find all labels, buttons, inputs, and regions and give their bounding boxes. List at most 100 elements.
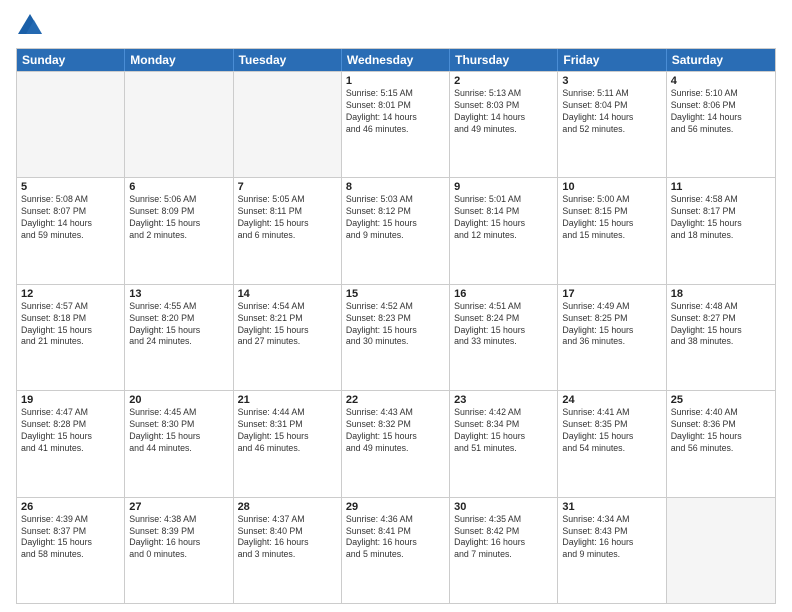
calendar-cell-15: 15Sunrise: 4:52 AM Sunset: 8:23 PM Dayli… <box>342 285 450 390</box>
calendar-cell-12: 12Sunrise: 4:57 AM Sunset: 8:18 PM Dayli… <box>17 285 125 390</box>
cell-info-text: Sunrise: 4:37 AM Sunset: 8:40 PM Dayligh… <box>238 514 337 562</box>
cell-info-text: Sunrise: 4:36 AM Sunset: 8:41 PM Dayligh… <box>346 514 445 562</box>
day-number: 28 <box>238 501 337 513</box>
calendar-row-2: 12Sunrise: 4:57 AM Sunset: 8:18 PM Dayli… <box>17 284 775 390</box>
calendar-cell-5: 5Sunrise: 5:08 AM Sunset: 8:07 PM Daylig… <box>17 178 125 283</box>
day-number: 29 <box>346 501 445 513</box>
day-number: 6 <box>129 181 228 193</box>
calendar-header-row: SundayMondayTuesdayWednesdayThursdayFrid… <box>17 49 775 71</box>
day-number: 3 <box>562 75 661 87</box>
calendar: SundayMondayTuesdayWednesdayThursdayFrid… <box>16 48 776 604</box>
cell-info-text: Sunrise: 4:45 AM Sunset: 8:30 PM Dayligh… <box>129 407 228 455</box>
cell-info-text: Sunrise: 5:01 AM Sunset: 8:14 PM Dayligh… <box>454 194 553 242</box>
calendar-cell-8: 8Sunrise: 5:03 AM Sunset: 8:12 PM Daylig… <box>342 178 450 283</box>
day-number: 1 <box>346 75 445 87</box>
calendar-cell-10: 10Sunrise: 5:00 AM Sunset: 8:15 PM Dayli… <box>558 178 666 283</box>
day-number: 4 <box>671 75 771 87</box>
calendar-cell-16: 16Sunrise: 4:51 AM Sunset: 8:24 PM Dayli… <box>450 285 558 390</box>
calendar-cell-29: 29Sunrise: 4:36 AM Sunset: 8:41 PM Dayli… <box>342 498 450 603</box>
calendar-body: 1Sunrise: 5:15 AM Sunset: 8:01 PM Daylig… <box>17 71 775 603</box>
day-number: 5 <box>21 181 120 193</box>
calendar-row-3: 19Sunrise: 4:47 AM Sunset: 8:28 PM Dayli… <box>17 390 775 496</box>
day-number: 2 <box>454 75 553 87</box>
logo-icon <box>16 12 44 40</box>
calendar-cell-24: 24Sunrise: 4:41 AM Sunset: 8:35 PM Dayli… <box>558 391 666 496</box>
calendar-cell-21: 21Sunrise: 4:44 AM Sunset: 8:31 PM Dayli… <box>234 391 342 496</box>
cell-info-text: Sunrise: 4:39 AM Sunset: 8:37 PM Dayligh… <box>21 514 120 562</box>
calendar-cell-empty-0-2 <box>234 72 342 177</box>
calendar-row-1: 5Sunrise: 5:08 AM Sunset: 8:07 PM Daylig… <box>17 177 775 283</box>
cell-info-text: Sunrise: 5:00 AM Sunset: 8:15 PM Dayligh… <box>562 194 661 242</box>
cell-info-text: Sunrise: 4:48 AM Sunset: 8:27 PM Dayligh… <box>671 301 771 349</box>
calendar-cell-25: 25Sunrise: 4:40 AM Sunset: 8:36 PM Dayli… <box>667 391 775 496</box>
cell-info-text: Sunrise: 5:15 AM Sunset: 8:01 PM Dayligh… <box>346 88 445 136</box>
calendar-cell-empty-4-6 <box>667 498 775 603</box>
page: SundayMondayTuesdayWednesdayThursdayFrid… <box>0 0 792 612</box>
calendar-cell-9: 9Sunrise: 5:01 AM Sunset: 8:14 PM Daylig… <box>450 178 558 283</box>
calendar-cell-31: 31Sunrise: 4:34 AM Sunset: 8:43 PM Dayli… <box>558 498 666 603</box>
weekday-header-wednesday: Wednesday <box>342 49 450 71</box>
calendar-cell-14: 14Sunrise: 4:54 AM Sunset: 8:21 PM Dayli… <box>234 285 342 390</box>
calendar-cell-30: 30Sunrise: 4:35 AM Sunset: 8:42 PM Dayli… <box>450 498 558 603</box>
cell-info-text: Sunrise: 4:58 AM Sunset: 8:17 PM Dayligh… <box>671 194 771 242</box>
header <box>16 12 776 40</box>
cell-info-text: Sunrise: 4:44 AM Sunset: 8:31 PM Dayligh… <box>238 407 337 455</box>
cell-info-text: Sunrise: 4:57 AM Sunset: 8:18 PM Dayligh… <box>21 301 120 349</box>
day-number: 22 <box>346 394 445 406</box>
cell-info-text: Sunrise: 4:49 AM Sunset: 8:25 PM Dayligh… <box>562 301 661 349</box>
day-number: 8 <box>346 181 445 193</box>
calendar-cell-6: 6Sunrise: 5:06 AM Sunset: 8:09 PM Daylig… <box>125 178 233 283</box>
cell-info-text: Sunrise: 4:34 AM Sunset: 8:43 PM Dayligh… <box>562 514 661 562</box>
cell-info-text: Sunrise: 4:52 AM Sunset: 8:23 PM Dayligh… <box>346 301 445 349</box>
day-number: 26 <box>21 501 120 513</box>
day-number: 30 <box>454 501 553 513</box>
calendar-cell-18: 18Sunrise: 4:48 AM Sunset: 8:27 PM Dayli… <box>667 285 775 390</box>
calendar-cell-4: 4Sunrise: 5:10 AM Sunset: 8:06 PM Daylig… <box>667 72 775 177</box>
day-number: 14 <box>238 288 337 300</box>
cell-info-text: Sunrise: 4:35 AM Sunset: 8:42 PM Dayligh… <box>454 514 553 562</box>
cell-info-text: Sunrise: 4:47 AM Sunset: 8:28 PM Dayligh… <box>21 407 120 455</box>
weekday-header-monday: Monday <box>125 49 233 71</box>
day-number: 12 <box>21 288 120 300</box>
cell-info-text: Sunrise: 5:03 AM Sunset: 8:12 PM Dayligh… <box>346 194 445 242</box>
weekday-header-tuesday: Tuesday <box>234 49 342 71</box>
weekday-header-saturday: Saturday <box>667 49 775 71</box>
day-number: 17 <box>562 288 661 300</box>
weekday-header-sunday: Sunday <box>17 49 125 71</box>
cell-info-text: Sunrise: 4:43 AM Sunset: 8:32 PM Dayligh… <box>346 407 445 455</box>
calendar-cell-22: 22Sunrise: 4:43 AM Sunset: 8:32 PM Dayli… <box>342 391 450 496</box>
day-number: 31 <box>562 501 661 513</box>
day-number: 9 <box>454 181 553 193</box>
calendar-cell-27: 27Sunrise: 4:38 AM Sunset: 8:39 PM Dayli… <box>125 498 233 603</box>
day-number: 21 <box>238 394 337 406</box>
cell-info-text: Sunrise: 5:06 AM Sunset: 8:09 PM Dayligh… <box>129 194 228 242</box>
calendar-cell-11: 11Sunrise: 4:58 AM Sunset: 8:17 PM Dayli… <box>667 178 775 283</box>
cell-info-text: Sunrise: 4:54 AM Sunset: 8:21 PM Dayligh… <box>238 301 337 349</box>
calendar-cell-28: 28Sunrise: 4:37 AM Sunset: 8:40 PM Dayli… <box>234 498 342 603</box>
calendar-cell-23: 23Sunrise: 4:42 AM Sunset: 8:34 PM Dayli… <box>450 391 558 496</box>
logo <box>16 12 48 40</box>
day-number: 16 <box>454 288 553 300</box>
weekday-header-thursday: Thursday <box>450 49 558 71</box>
cell-info-text: Sunrise: 4:51 AM Sunset: 8:24 PM Dayligh… <box>454 301 553 349</box>
day-number: 25 <box>671 394 771 406</box>
day-number: 11 <box>671 181 771 193</box>
cell-info-text: Sunrise: 4:41 AM Sunset: 8:35 PM Dayligh… <box>562 407 661 455</box>
cell-info-text: Sunrise: 4:38 AM Sunset: 8:39 PM Dayligh… <box>129 514 228 562</box>
cell-info-text: Sunrise: 5:05 AM Sunset: 8:11 PM Dayligh… <box>238 194 337 242</box>
calendar-cell-1: 1Sunrise: 5:15 AM Sunset: 8:01 PM Daylig… <box>342 72 450 177</box>
day-number: 7 <box>238 181 337 193</box>
calendar-cell-20: 20Sunrise: 4:45 AM Sunset: 8:30 PM Dayli… <box>125 391 233 496</box>
calendar-cell-2: 2Sunrise: 5:13 AM Sunset: 8:03 PM Daylig… <box>450 72 558 177</box>
calendar-row-0: 1Sunrise: 5:15 AM Sunset: 8:01 PM Daylig… <box>17 71 775 177</box>
calendar-cell-3: 3Sunrise: 5:11 AM Sunset: 8:04 PM Daylig… <box>558 72 666 177</box>
cell-info-text: Sunrise: 5:13 AM Sunset: 8:03 PM Dayligh… <box>454 88 553 136</box>
day-number: 18 <box>671 288 771 300</box>
cell-info-text: Sunrise: 5:08 AM Sunset: 8:07 PM Dayligh… <box>21 194 120 242</box>
cell-info-text: Sunrise: 5:10 AM Sunset: 8:06 PM Dayligh… <box>671 88 771 136</box>
day-number: 23 <box>454 394 553 406</box>
cell-info-text: Sunrise: 4:55 AM Sunset: 8:20 PM Dayligh… <box>129 301 228 349</box>
calendar-cell-13: 13Sunrise: 4:55 AM Sunset: 8:20 PM Dayli… <box>125 285 233 390</box>
day-number: 20 <box>129 394 228 406</box>
day-number: 19 <box>21 394 120 406</box>
